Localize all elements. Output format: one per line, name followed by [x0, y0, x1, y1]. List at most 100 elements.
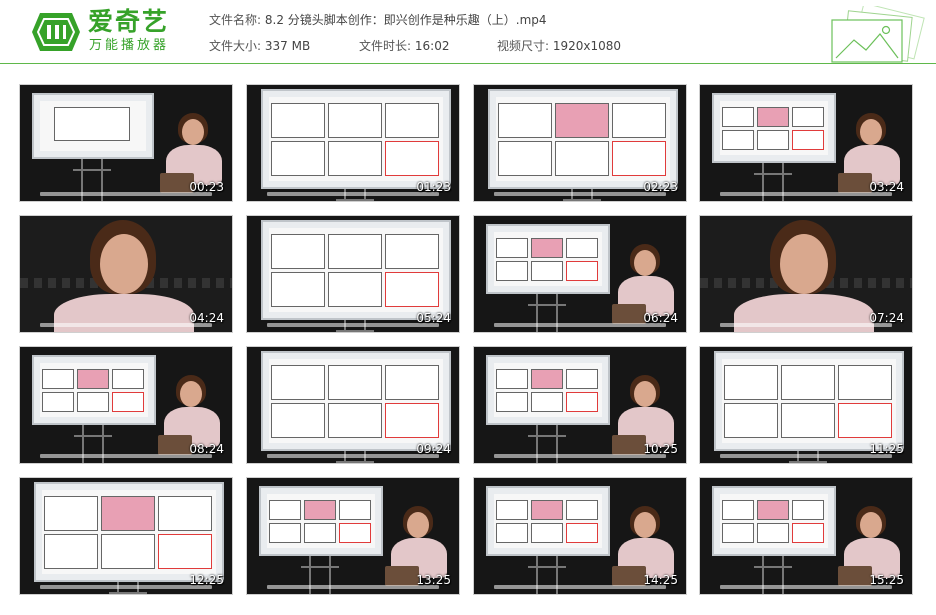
storyboard-panel — [792, 523, 824, 543]
monitor-stand-bar — [336, 199, 374, 201]
monitor-stand-bar — [528, 435, 566, 437]
monitor-stand-bar — [74, 435, 112, 437]
thumbnail-timestamp: 14:25 — [643, 573, 678, 587]
subtitle-text — [267, 192, 439, 196]
thumbnail-timestamp: 01:23 — [416, 180, 451, 194]
subtitle-text — [40, 192, 212, 196]
storyboard-panel — [566, 500, 598, 520]
monitor-stand-bar — [109, 592, 147, 594]
storyboard-panel — [496, 392, 528, 412]
storyboard-panel — [328, 103, 382, 138]
subtitle-text — [494, 323, 666, 327]
laptop — [158, 435, 192, 455]
storyboard-panel — [757, 500, 789, 520]
app-logo-text: 爱奇艺 — [88, 7, 170, 36]
monitor-stand-bar — [754, 173, 792, 175]
laptop — [612, 566, 646, 586]
storyboard-panel — [385, 141, 439, 176]
storyboard-panel — [781, 365, 835, 400]
monitor-screen — [712, 486, 836, 556]
laptop — [612, 304, 646, 324]
storyboard-panel — [531, 261, 563, 281]
file-duration: 文件时长: 16:02 — [359, 39, 449, 53]
storyboard-panel — [44, 534, 98, 569]
monitor-stand-bar — [336, 330, 374, 332]
storyboard-panel — [566, 261, 598, 281]
storyboard-panel — [271, 103, 325, 138]
video-thumbnail: 02:23 — [473, 84, 687, 202]
storyboard-panel — [792, 130, 824, 150]
file-resolution-value: 1920x1080 — [552, 39, 622, 53]
storyboard-panel — [339, 523, 371, 543]
thumbnail-timestamp: 03:24 — [869, 180, 904, 194]
storyboard-panel — [304, 500, 336, 520]
subtitle-text — [494, 585, 666, 589]
video-thumbnail: 13:25 — [246, 477, 460, 595]
storyboard-panel — [724, 365, 778, 400]
video-thumbnail: 10:25 — [473, 346, 687, 464]
subtitle-text — [720, 585, 892, 589]
storyboard-panel — [328, 141, 382, 176]
monitor-stand-bar — [528, 304, 566, 306]
storyboard-panel — [566, 523, 598, 543]
storyboard-panel — [838, 365, 892, 400]
subtitle-text — [720, 454, 892, 458]
storyboard-panel — [77, 369, 109, 389]
storyboard-panel — [112, 392, 144, 412]
laptop — [385, 566, 419, 586]
monitor-screen — [32, 355, 156, 425]
video-thumbnail: 07:24 — [699, 215, 913, 333]
file-name-label: 文件名称: — [209, 13, 262, 27]
laptop — [838, 566, 872, 586]
storyboard-panel — [838, 403, 892, 438]
storyboard-panel — [101, 496, 155, 531]
storyboard-panel — [42, 392, 74, 412]
storyboard-panel — [339, 500, 371, 520]
storyboard-panel — [271, 141, 325, 176]
thumbnail-timestamp: 08:24 — [189, 442, 224, 456]
thumbnail-sheet: 爱奇艺 万能播放器 文件名称: 8.2 分镜头脚本创作：即兴创作是种乐趣（上）.… — [0, 0, 936, 615]
storyboard-panel — [531, 523, 563, 543]
storyboard-panel — [555, 141, 609, 176]
storyboard-panel — [328, 234, 382, 269]
storyboard-panel — [566, 238, 598, 258]
storyboard-panel — [531, 500, 563, 520]
subtitle-text — [267, 585, 439, 589]
storyboard-panel — [722, 500, 754, 520]
thumbnail-timestamp: 10:25 — [643, 442, 678, 456]
monitor-screen — [486, 224, 610, 294]
file-size-value: 337 MB — [264, 39, 311, 53]
presenter-head — [182, 119, 204, 145]
storyboard-panel — [498, 103, 552, 138]
storyboard-panel — [158, 496, 212, 531]
header: 爱奇艺 万能播放器 文件名称: 8.2 分镜头脚本创作：即兴创作是种乐趣（上）.… — [0, 0, 936, 64]
monitor-screen — [486, 355, 610, 425]
storyboard-panel — [496, 238, 528, 258]
subtitle-text — [267, 454, 439, 458]
monitor-stand-bar — [336, 461, 374, 463]
storyboard-panel — [498, 141, 552, 176]
storyboard-panel — [269, 523, 301, 543]
monitor-stand-bar — [563, 199, 601, 201]
file-size: 文件大小: 337 MB — [209, 39, 310, 53]
file-name-value: 8.2 分镜头脚本创作：即兴创作是种乐趣（上）.mp4 — [264, 13, 547, 27]
storyboard-panel — [757, 130, 789, 150]
video-thumbnail: 11:25 — [699, 346, 913, 464]
thumbnail-timestamp: 06:24 — [643, 311, 678, 325]
file-resolution: 视频尺寸: 1920x1080 — [497, 39, 621, 53]
storyboard-panel — [781, 403, 835, 438]
thumbnail-timestamp: 13:25 — [416, 573, 451, 587]
storyboard-panel — [792, 500, 824, 520]
presenter-head — [634, 512, 656, 538]
storyboard-panel — [271, 272, 325, 307]
header-divider — [0, 63, 936, 64]
monitor-stand-bar — [301, 566, 339, 568]
file-duration-value: 16:02 — [414, 39, 450, 53]
storyboard-panel — [328, 403, 382, 438]
subtitle-text — [720, 192, 892, 196]
presenter-head — [180, 381, 202, 407]
iqiyi-logo-icon — [32, 13, 80, 51]
thumbnail-timestamp: 05:24 — [416, 311, 451, 325]
storyboard-panel — [722, 130, 754, 150]
monitor-stand-bar — [754, 566, 792, 568]
